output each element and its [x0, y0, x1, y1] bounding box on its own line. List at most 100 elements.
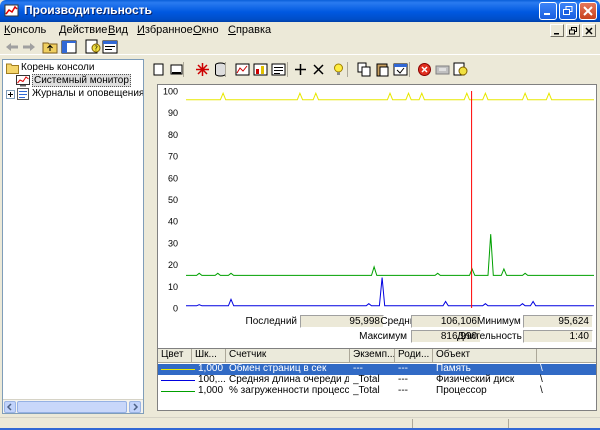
mdi-restore-button[interactable] — [566, 24, 580, 37]
system-monitor-pane: 100 90 80 70 60 50 40 30 20 10 0 Последний 95,998 … — [147, 59, 599, 414]
y-tick-label: 20 — [168, 260, 178, 270]
restore-icon — [563, 6, 573, 15]
last-label: Последний — [245, 316, 297, 327]
legend-cell-instance: _Total — [353, 385, 380, 396]
view-report-icon[interactable] — [271, 62, 286, 77]
scroll-thumb[interactable] — [17, 401, 127, 413]
toolbar-separator — [287, 62, 288, 77]
y-tick-label: 0 — [173, 304, 178, 314]
legend-cell-parent: --- — [398, 363, 408, 374]
legend-color-swatch — [161, 391, 195, 392]
mdi-controls — [550, 24, 598, 38]
series-line — [186, 234, 594, 276]
copy-properties-icon[interactable] — [357, 62, 372, 77]
new-counter-set-icon[interactable] — [151, 62, 166, 77]
series-line — [186, 91, 594, 101]
view-current-activity-icon[interactable] — [195, 62, 210, 77]
close-button[interactable] — [579, 2, 597, 20]
duration-label: Длительность — [457, 331, 522, 342]
up-folder-icon[interactable] — [42, 39, 58, 55]
scroll-right-button[interactable] — [129, 401, 141, 413]
min-label: Минимум — [477, 316, 521, 327]
chevron-left-icon — [6, 403, 12, 411]
min-value: 95,624 — [523, 315, 593, 328]
legend-cell-computer: \ — [540, 374, 543, 385]
toolbar-separator — [183, 62, 184, 77]
delete-icon[interactable] — [311, 62, 326, 77]
column-scale[interactable]: Шк... — [192, 349, 226, 363]
menu-favorites[interactable]: Избранное — [137, 24, 193, 36]
freeze-display-icon[interactable] — [417, 62, 432, 77]
legend-cell-counter: Обмен страниц в сек — [229, 363, 327, 374]
restore-button[interactable] — [559, 2, 577, 20]
y-tick-label: 80 — [168, 130, 178, 140]
forward-arrow-icon[interactable] — [21, 39, 37, 55]
legend-cell-instance: --- — [353, 363, 363, 374]
view-histogram-icon[interactable] — [253, 62, 268, 77]
minimize-button[interactable] — [539, 2, 557, 20]
y-tick-label: 30 — [168, 238, 178, 248]
close-icon — [583, 6, 593, 16]
expand-icon[interactable] — [6, 90, 15, 99]
add-icon[interactable] — [293, 62, 308, 77]
column-instance[interactable]: Экземп... — [350, 349, 395, 363]
menu-view[interactable]: Вид — [108, 24, 128, 36]
tree-root-label: Корень консоли — [21, 62, 95, 73]
console-tree: Корень консоли Системный монитор Журналы… — [2, 59, 144, 414]
tree-item-label: Системный монитор — [32, 74, 131, 87]
column-parent[interactable]: Роди... — [395, 349, 433, 363]
legend-cell-parent: --- — [398, 374, 408, 385]
menu-console[interactable]: Консоль — [4, 24, 46, 36]
view-graph-icon[interactable] — [235, 62, 250, 77]
toolbar-separator — [225, 62, 226, 77]
back-arrow-icon[interactable] — [4, 39, 20, 55]
y-tick-label: 90 — [168, 108, 178, 118]
legend-row[interactable]: 1,000% загруженности процессора_Total---… — [158, 385, 596, 397]
scroll-left-button[interactable] — [4, 401, 16, 413]
line-graph: 1009080706050403020100 — [163, 87, 594, 314]
y-tick-label: 40 — [168, 217, 178, 227]
properties-icon[interactable] — [102, 39, 118, 55]
mdi-minimize-button[interactable] — [550, 24, 564, 37]
mdi-close-button[interactable] — [582, 24, 596, 37]
y-tick-label: 60 — [168, 173, 178, 183]
toolbar-separator — [347, 62, 348, 77]
column-counter[interactable]: Счетчик — [226, 349, 350, 363]
menu-help[interactable]: Справка — [228, 24, 271, 36]
logs-alerts-icon — [17, 88, 29, 100]
properties-icon[interactable] — [393, 62, 408, 77]
value-bar: Последний 95,998 Средний 106,106 Минимум… — [157, 315, 597, 345]
series-line — [186, 277, 594, 307]
close-icon — [585, 27, 593, 35]
show-hide-tree-icon[interactable] — [61, 39, 77, 55]
paste-counter-list-icon[interactable] — [375, 62, 390, 77]
highlight-icon[interactable] — [331, 62, 346, 77]
monitor-toolbar — [147, 59, 599, 81]
chevron-right-icon — [133, 403, 139, 411]
column-object[interactable]: Объект — [433, 349, 537, 363]
help-icon[interactable] — [453, 62, 468, 77]
restore-icon — [569, 27, 577, 35]
help-icon[interactable]: ? — [85, 39, 101, 55]
update-data-icon[interactable] — [435, 62, 450, 77]
counter-legend: Цвет Шк... Счетчик Экземп... Роди... Объ… — [157, 348, 597, 411]
avg-value: 106,106 — [411, 315, 481, 328]
legend-header: Цвет Шк... Счетчик Экземп... Роди... Объ… — [158, 349, 596, 363]
y-tick-label: 70 — [168, 152, 178, 162]
window-title: Производительность — [24, 3, 152, 17]
legend-color-swatch — [161, 380, 195, 381]
y-tick-label: 50 — [168, 195, 178, 205]
menu-window[interactable]: Окно — [193, 24, 219, 36]
menu-action[interactable]: Действие — [59, 24, 107, 36]
system-monitor-icon — [16, 75, 30, 87]
app-window: Производительность Консоль Действие Вид … — [0, 0, 600, 430]
tree-horizontal-scrollbar[interactable] — [3, 399, 143, 413]
clear-display-icon[interactable] — [169, 62, 184, 77]
svg-text:?: ? — [94, 45, 98, 53]
legend-cell-object: Память — [436, 363, 471, 374]
menu-bar: Консоль Действие Вид Избранное Окно Спра… — [0, 22, 600, 39]
legend-cell-counter: Средняя длина очереди диска — [229, 374, 349, 385]
title-bar[interactable]: Производительность — [0, 0, 600, 22]
column-color[interactable]: Цвет — [158, 349, 192, 363]
column-computer[interactable] — [537, 349, 596, 363]
